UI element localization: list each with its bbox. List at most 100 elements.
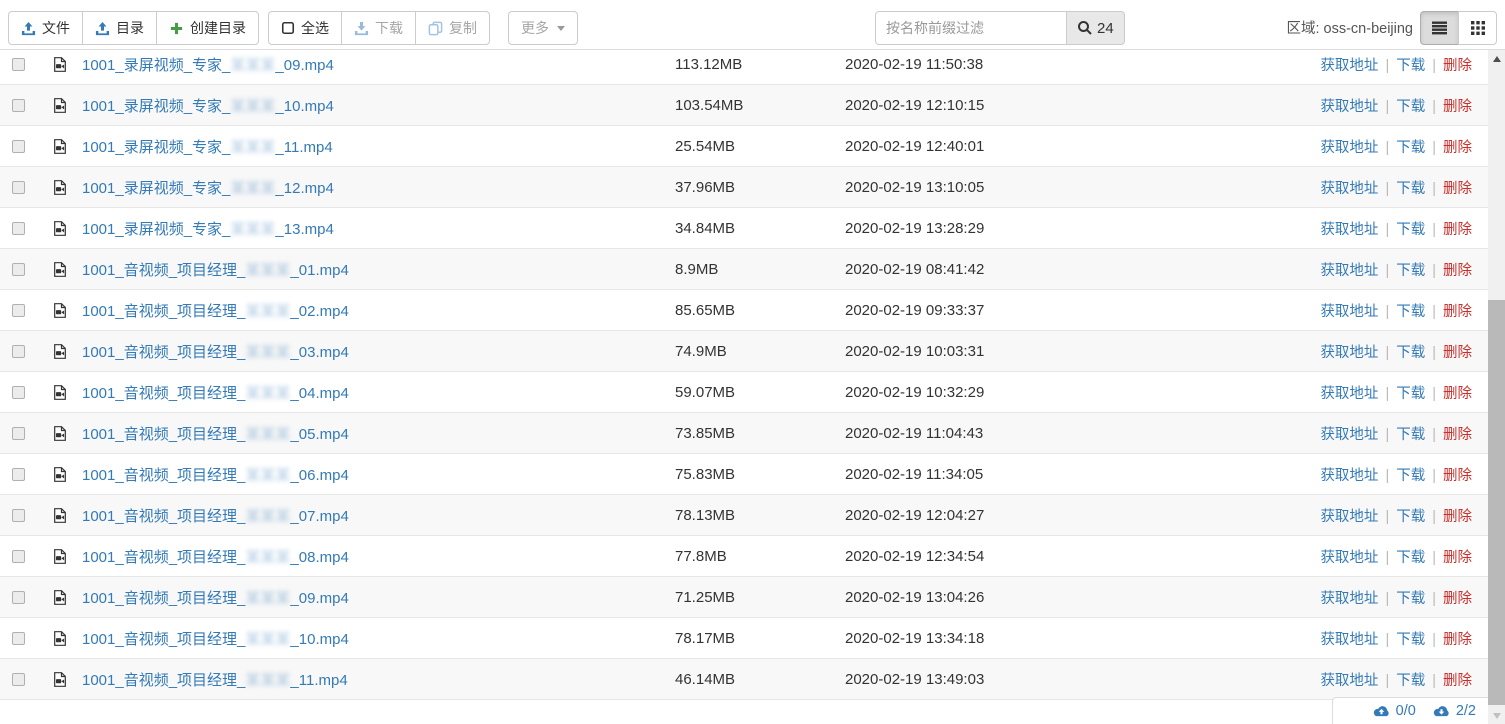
upload-queue-status[interactable]: 0/0 — [1372, 703, 1416, 719]
delete-link[interactable]: 删除 — [1443, 673, 1472, 689]
select-all-button[interactable]: 全选 — [268, 11, 342, 45]
get-address-link[interactable]: 获取地址 — [1320, 181, 1378, 197]
get-address-link[interactable]: 获取地址 — [1320, 386, 1378, 402]
file-name-link[interactable]: 1001_音视频_项目经理_某某某_02.mp4 — [82, 303, 349, 320]
delete-link[interactable]: 删除 — [1443, 222, 1472, 238]
download-link[interactable]: 下载 — [1396, 345, 1425, 361]
get-address-link[interactable]: 获取地址 — [1320, 632, 1378, 648]
download-link[interactable]: 下载 — [1396, 386, 1425, 402]
get-address-link[interactable]: 获取地址 — [1320, 345, 1378, 361]
file-name-link[interactable]: 1001_录屏视频_专家_某某某_10.mp4 — [82, 98, 334, 115]
file-name-link[interactable]: 1001_录屏视频_专家_某某某_09.mp4 — [82, 57, 334, 74]
file-name-link[interactable]: 1001_音视频_项目经理_某某某_04.mp4 — [82, 385, 349, 402]
more-button[interactable]: 更多 — [508, 11, 578, 45]
row-checkbox[interactable] — [12, 181, 25, 194]
delete-link[interactable]: 删除 — [1443, 591, 1472, 607]
get-address-link[interactable]: 获取地址 — [1320, 427, 1378, 443]
file-name-link[interactable]: 1001_音视频_项目经理_某某某_10.mp4 — [82, 631, 349, 648]
row-icon-cell — [52, 56, 82, 73]
row-checkbox[interactable] — [12, 386, 25, 399]
download-link[interactable]: 下载 — [1396, 58, 1425, 74]
row-checkbox[interactable] — [12, 263, 25, 276]
row-checkbox[interactable] — [12, 304, 25, 317]
get-address-link[interactable]: 获取地址 — [1320, 263, 1378, 279]
delete-link[interactable]: 删除 — [1443, 304, 1472, 320]
file-name-link[interactable]: 1001_音视频_项目经理_某某某_03.mp4 — [82, 344, 349, 361]
grid-view-button[interactable] — [1458, 11, 1497, 45]
delete-link[interactable]: 删除 — [1443, 427, 1472, 443]
scrollbar-down-button[interactable] — [1488, 707, 1505, 724]
delete-link[interactable]: 删除 — [1443, 550, 1472, 566]
delete-link[interactable]: 删除 — [1443, 263, 1472, 279]
get-address-link[interactable]: 获取地址 — [1320, 591, 1378, 607]
list-view-button[interactable] — [1420, 11, 1459, 45]
delete-link[interactable]: 删除 — [1443, 345, 1472, 361]
get-address-link[interactable]: 获取地址 — [1320, 468, 1378, 484]
delete-link[interactable]: 删除 — [1443, 632, 1472, 648]
file-name-link[interactable]: 1001_音视频_项目经理_某某某_05.mp4 — [82, 426, 349, 443]
delete-link[interactable]: 删除 — [1443, 99, 1472, 115]
row-checkbox[interactable] — [12, 99, 25, 112]
download-link[interactable]: 下载 — [1396, 632, 1425, 648]
file-name-link[interactable]: 1001_录屏视频_专家_某某某_13.mp4 — [82, 221, 334, 238]
download-queue-status[interactable]: 2/2 — [1432, 703, 1476, 719]
row-checkbox[interactable] — [12, 140, 25, 153]
delete-link[interactable]: 删除 — [1443, 181, 1472, 197]
file-name-link[interactable]: 1001_音视频_项目经理_某某某_01.mp4 — [82, 262, 349, 279]
download-link[interactable]: 下载 — [1396, 263, 1425, 279]
get-address-link[interactable]: 获取地址 — [1320, 550, 1378, 566]
download-link[interactable]: 下载 — [1396, 468, 1425, 484]
row-checkbox[interactable] — [12, 591, 25, 604]
row-checkbox[interactable] — [12, 345, 25, 358]
download-link[interactable]: 下载 — [1396, 99, 1425, 115]
row-checkbox[interactable] — [12, 468, 25, 481]
download-link[interactable]: 下载 — [1396, 550, 1425, 566]
download-link[interactable]: 下载 — [1396, 427, 1425, 443]
row-checkbox[interactable] — [12, 673, 25, 686]
row-checkbox[interactable] — [12, 58, 25, 71]
download-link[interactable]: 下载 — [1396, 222, 1425, 238]
delete-link[interactable]: 删除 — [1443, 509, 1472, 525]
row-checkbox[interactable] — [12, 427, 25, 440]
file-name-link[interactable]: 1001_音视频_项目经理_某某某_08.mp4 — [82, 549, 349, 566]
get-address-link[interactable]: 获取地址 — [1320, 58, 1378, 74]
scrollbar-up-button[interactable] — [1488, 50, 1505, 67]
file-name-link[interactable]: 1001_音视频_项目经理_某某某_07.mp4 — [82, 508, 349, 525]
download-label: 下载 — [375, 18, 403, 38]
download-link[interactable]: 下载 — [1396, 509, 1425, 525]
get-address-link[interactable]: 获取地址 — [1320, 140, 1378, 156]
delete-link[interactable]: 删除 — [1443, 58, 1472, 74]
search-input[interactable] — [875, 11, 1067, 45]
search-button[interactable]: 24 — [1066, 11, 1125, 45]
download-button[interactable]: 下载 — [341, 11, 416, 45]
download-link[interactable]: 下载 — [1396, 140, 1425, 156]
file-name-link[interactable]: 1001_音视频_项目经理_某某某_06.mp4 — [82, 467, 349, 484]
delete-link[interactable]: 删除 — [1443, 386, 1472, 402]
get-address-link[interactable]: 获取地址 — [1320, 99, 1378, 115]
file-name-link[interactable]: 1001_录屏视频_专家_某某某_11.mp4 — [82, 139, 333, 156]
row-checkbox[interactable] — [12, 509, 25, 522]
download-link[interactable]: 下载 — [1396, 181, 1425, 197]
row-checkbox[interactable] — [12, 222, 25, 235]
get-address-link[interactable]: 获取地址 — [1320, 222, 1378, 238]
row-checkbox[interactable] — [12, 550, 25, 563]
file-name-link[interactable]: 1001_录屏视频_专家_某某某_12.mp4 — [82, 180, 334, 197]
upload-file-button[interactable]: 文件 — [8, 11, 83, 45]
get-address-link[interactable]: 获取地址 — [1320, 673, 1378, 689]
create-dir-button[interactable]: 创建目录 — [156, 11, 259, 45]
download-link[interactable]: 下载 — [1396, 304, 1425, 320]
download-link[interactable]: 下载 — [1396, 673, 1425, 689]
row-checkbox[interactable] — [12, 632, 25, 645]
file-name-prefix: 1001_录屏视频_专家_ — [82, 57, 230, 74]
file-size: 75.83MB — [675, 466, 845, 483]
delete-link[interactable]: 删除 — [1443, 140, 1472, 156]
get-address-link[interactable]: 获取地址 — [1320, 509, 1378, 525]
delete-link[interactable]: 删除 — [1443, 468, 1472, 484]
download-link[interactable]: 下载 — [1396, 591, 1425, 607]
scrollbar-thumb[interactable] — [1488, 300, 1505, 705]
copy-button[interactable]: 复制 — [415, 11, 490, 45]
upload-dir-button[interactable]: 目录 — [82, 11, 157, 45]
file-name-link[interactable]: 1001_音视频_项目经理_某某某_11.mp4 — [82, 672, 348, 689]
get-address-link[interactable]: 获取地址 — [1320, 304, 1378, 320]
file-name-link[interactable]: 1001_音视频_项目经理_某某某_09.mp4 — [82, 590, 349, 607]
